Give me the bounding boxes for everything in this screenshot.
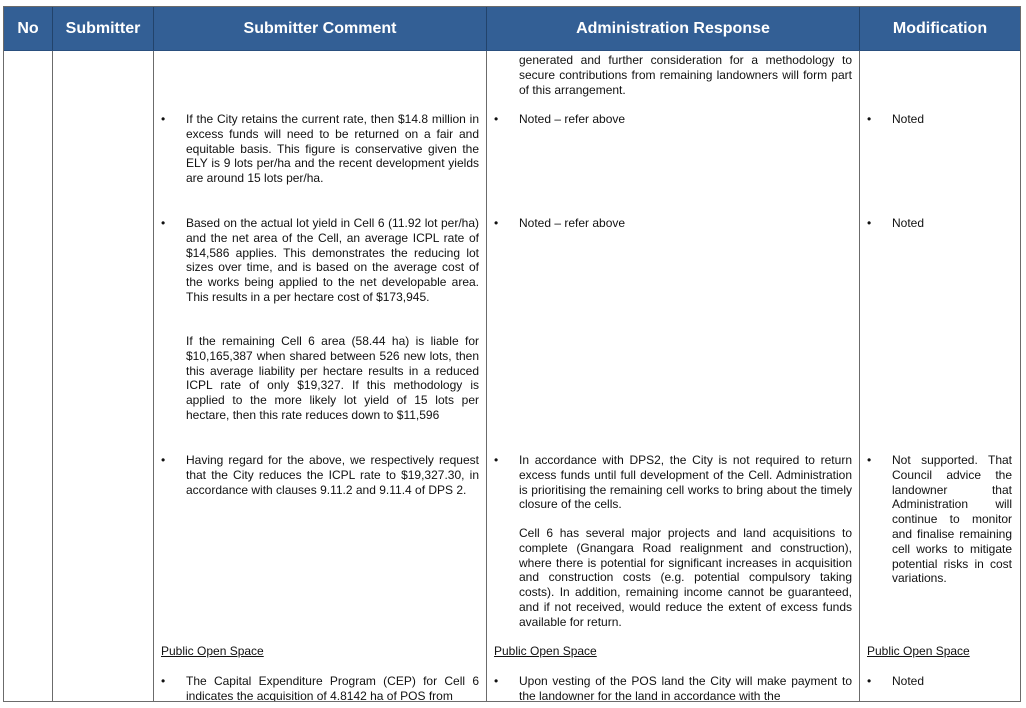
modification-paragraph: Not supported. That Council advice the l… — [892, 453, 1012, 586]
section-heading: Public Open Space — [161, 644, 264, 658]
comment-paragraph: If the City retains the current rate, th… — [186, 112, 479, 186]
bullet-icon: • — [494, 674, 499, 688]
comment-paragraph: The Capital Expenditure Program (CEP) fo… — [186, 674, 479, 702]
header-administration-response: Administration Response — [576, 20, 770, 37]
response-paragraph: generated and further consideration for … — [519, 53, 852, 97]
bullet-icon: • — [161, 453, 166, 467]
modification-paragraph: Noted — [892, 216, 925, 230]
bullet-icon: • — [161, 216, 166, 230]
cell-no — [4, 51, 52, 701]
modification-paragraph: Noted — [892, 112, 925, 126]
bullet-icon: • — [867, 453, 872, 467]
response-paragraph: Noted – refer above — [519, 216, 626, 230]
comment-paragraph: Based on the actual lot yield in Cell 6 … — [186, 216, 479, 304]
submissions-table: No Submitter Submitter Comment Administr… — [3, 6, 1021, 702]
section-heading: Public Open Space — [494, 644, 597, 658]
header-submitter: Submitter — [65, 20, 141, 37]
cell-administration-response: generated and further consideration for … — [487, 51, 859, 701]
bullet-icon: • — [867, 112, 872, 126]
comment-paragraph: If the remaining Cell 6 area (58.44 ha) … — [186, 334, 479, 422]
cell-submitter-comment: • If the City retains the current rate, … — [154, 51, 486, 701]
header-modification: Modification — [892, 20, 988, 37]
table-header: No Submitter Submitter Comment Administr… — [4, 7, 1020, 51]
cell-modification: • Noted • Noted • Not supported. That Co… — [860, 51, 1020, 701]
cell-submitter — [53, 51, 153, 701]
response-paragraph: Cell 6 has several major projects and la… — [519, 526, 852, 629]
header-no: No — [17, 20, 39, 37]
bullet-icon: • — [161, 674, 166, 688]
modification-paragraph: Noted — [892, 674, 925, 688]
bullet-icon: • — [494, 216, 499, 230]
bullet-icon: • — [494, 112, 499, 126]
header-submitter-comment: Submitter Comment — [243, 20, 397, 37]
bullet-icon: • — [494, 453, 499, 467]
bullet-icon: • — [867, 674, 872, 688]
response-paragraph: Upon vesting of the POS land the City wi… — [519, 674, 852, 702]
bullet-icon: • — [161, 112, 166, 126]
response-paragraph: In accordance with DPS2, the City is not… — [519, 453, 852, 512]
section-heading: Public Open Space — [867, 644, 970, 658]
bullet-icon: • — [867, 216, 872, 230]
comment-paragraph: Having regard for the above, we respecti… — [186, 453, 479, 497]
response-paragraph: Noted – refer above — [519, 112, 626, 126]
